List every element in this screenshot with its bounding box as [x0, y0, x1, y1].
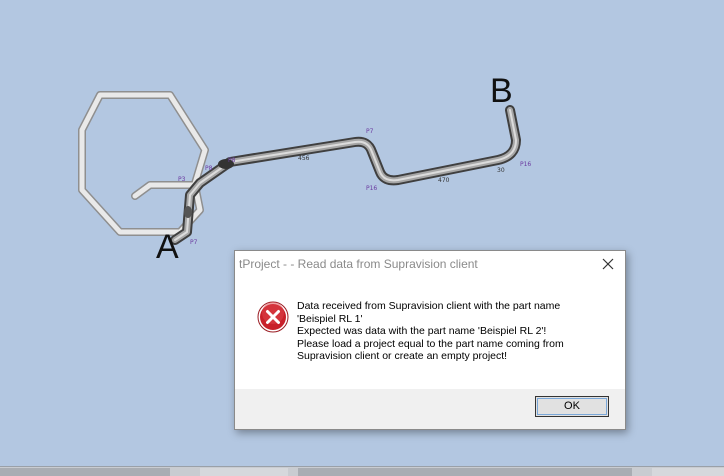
point-b-label: B: [490, 72, 513, 110]
dialog-titlebar[interactable]: tProject - - Read data from Supravision …: [235, 251, 625, 279]
point-label: P7: [366, 128, 374, 135]
point-label: P8: [205, 165, 213, 172]
point-label: P16: [366, 185, 377, 192]
dialog-message: Data received from Supravision client wi…: [297, 300, 615, 363]
point-label: P3: [178, 176, 186, 183]
dialog-footer: OK: [235, 389, 625, 429]
pipe-joint: [184, 206, 192, 218]
dialog-title: tProject - - Read data from Supravision …: [239, 257, 478, 271]
point-label: P16: [520, 161, 531, 168]
point-label: P7: [190, 239, 198, 246]
point-label: P8: [228, 157, 236, 164]
segment-label: 30: [497, 167, 505, 174]
segment-label: 456: [298, 155, 310, 162]
segment-label: 470: [438, 177, 450, 184]
error-icon: [257, 301, 289, 333]
main-pipe: [170, 105, 521, 245]
message-line: Data received from Supravision client wi…: [297, 300, 561, 312]
error-dialog: tProject - - Read data from Supravision …: [234, 250, 626, 430]
message-line: Expected was data with the part name 'Be…: [297, 325, 547, 338]
dialog-body: Data received from Supravision client wi…: [235, 279, 625, 391]
message-line: 'Beispiel RL 1': [297, 312, 363, 325]
message-line: Supravision client or create an empty pr…: [297, 350, 508, 363]
point-a-label: A: [156, 228, 179, 266]
ok-button[interactable]: OK: [535, 396, 609, 417]
message-line: Please load a project equal to the part …: [297, 337, 564, 350]
close-icon[interactable]: [599, 255, 617, 273]
